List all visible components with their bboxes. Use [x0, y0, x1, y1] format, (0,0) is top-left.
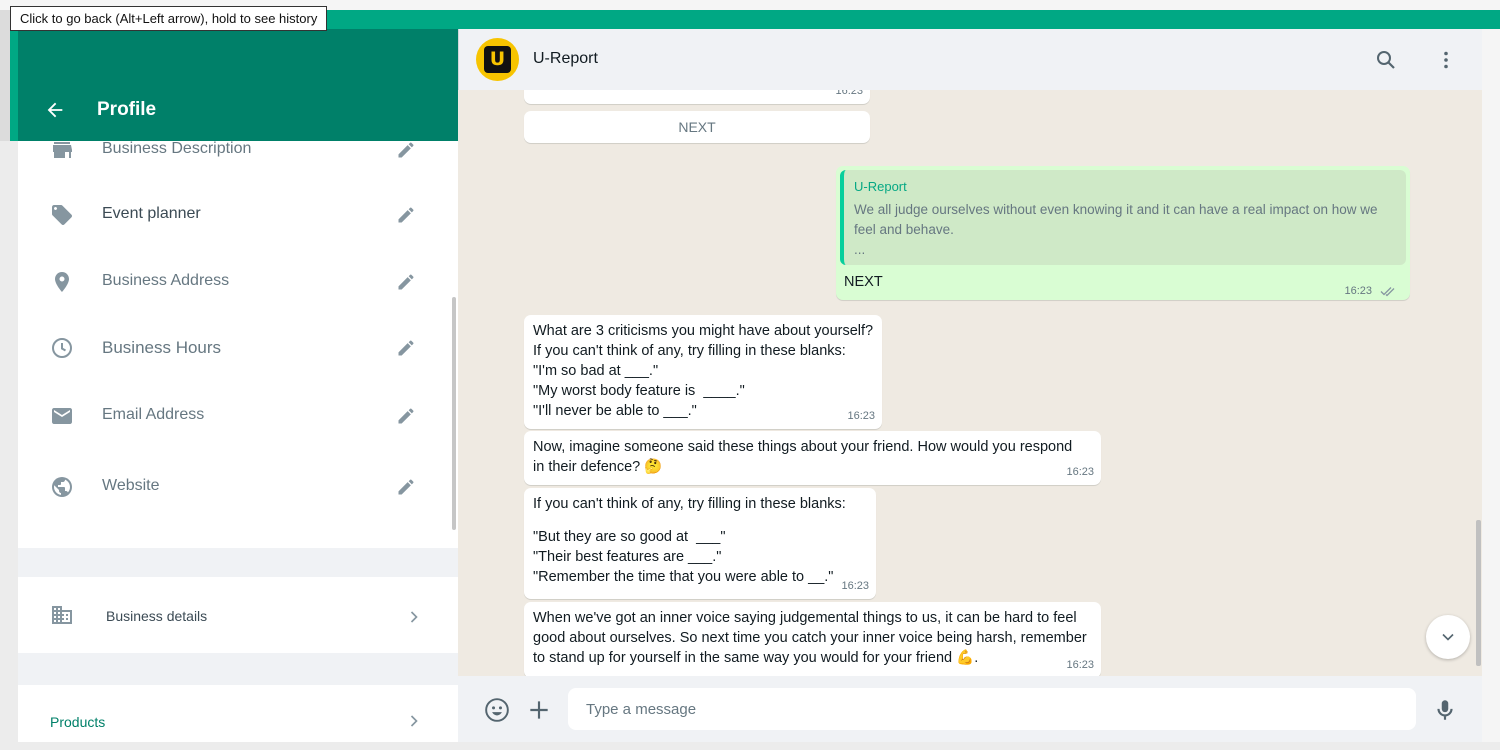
message-line: If you can't think of any, try filling i… — [533, 496, 846, 512]
message-time: 16:23 — [1344, 285, 1372, 297]
message-time: 16:23 — [1066, 659, 1094, 671]
store-icon — [53, 142, 72, 158]
search-icon[interactable] — [1374, 48, 1398, 72]
clock-icon — [52, 338, 72, 358]
tag-icon — [52, 205, 72, 225]
edit-pencil-icon[interactable] — [396, 477, 416, 497]
message-line-blank — [533, 514, 867, 527]
message-input[interactable] — [568, 688, 1416, 730]
message-line: good about ourselves. So next time you c… — [533, 630, 1087, 646]
edit-pencil-icon[interactable] — [396, 272, 416, 292]
message-line: What are 3 criticisms you might have abo… — [533, 323, 874, 339]
location-pin-icon — [55, 272, 69, 292]
field-category[interactable]: Event planner — [18, 195, 458, 235]
profile-scrollbar[interactable] — [452, 297, 456, 530]
chat-header[interactable]: U U-Report — [458, 29, 1482, 90]
double-check-icon — [1380, 287, 1395, 297]
email-icon — [52, 408, 72, 424]
field-label: Event planner — [102, 205, 201, 222]
field-label: Business Hours — [102, 338, 222, 357]
message-time: 16:23 — [1066, 466, 1094, 478]
right-gutter — [1482, 29, 1500, 742]
quote-text: We all judge ourselves without even know… — [854, 200, 1394, 260]
avatar[interactable]: U — [476, 38, 519, 81]
quote-ellipsis: ... — [854, 242, 866, 257]
field-business-address[interactable]: Business Address — [18, 262, 458, 302]
compose-bar — [458, 676, 1482, 742]
message-bubble-incoming: What are 3 criticisms you might have abo… — [524, 315, 882, 429]
business-details-row[interactable]: Business details — [18, 577, 458, 653]
chevron-right-icon — [410, 715, 418, 727]
quoted-message[interactable]: U-Report We all judge ourselves without … — [840, 170, 1406, 265]
message-line: "Their best features are ___." — [533, 549, 722, 565]
message-line: Now, imagine someone said these things a… — [533, 439, 1073, 455]
chat-scrollbar[interactable] — [1476, 520, 1481, 666]
profile-panel: Profile Business Description Event plann… — [18, 29, 458, 742]
quote-text-body: We all judge ourselves without even know… — [854, 202, 1378, 237]
message-line: in their defence? 🤔 — [533, 459, 663, 475]
message-line: "I'm so bad at ___." — [533, 363, 659, 379]
emoji-icon[interactable] — [484, 697, 510, 723]
message-text: NEXT — [844, 274, 883, 290]
message-bubble-outgoing: U-Report We all judge ourselves without … — [836, 166, 1410, 300]
message-bubble-incoming: If you can't think of any, try filling i… — [524, 488, 876, 599]
profile-title: Profile — [97, 99, 157, 120]
field-label: Business Description — [102, 140, 252, 157]
message-time: 16:23 — [835, 90, 863, 97]
field-business-hours[interactable]: Business Hours — [18, 328, 458, 368]
avatar-logo: U — [484, 46, 511, 73]
field-business-description[interactable]: Business Description — [18, 130, 458, 170]
message-line: If you can't think of any, try filling i… — [533, 343, 846, 359]
back-arrow-icon[interactable] — [44, 99, 66, 121]
building-icon — [52, 606, 72, 624]
message-bubble-incoming: 16:23 — [524, 90, 870, 104]
field-label: Email Address — [102, 406, 205, 423]
bottom-gutter — [0, 742, 1500, 750]
products-label: Products — [50, 714, 106, 730]
edit-pencil-icon[interactable] — [396, 338, 416, 358]
menu-dots-icon[interactable] — [1434, 48, 1458, 72]
message-line: "But they are so good at ___" — [533, 529, 726, 545]
chevron-right-icon — [410, 611, 418, 623]
profile-header: Profile — [18, 29, 458, 141]
scroll-to-bottom-button[interactable] — [1426, 615, 1470, 659]
quote-author: U-Report — [854, 179, 907, 194]
edit-pencil-icon[interactable] — [396, 140, 416, 160]
products-row[interactable]: Products — [18, 685, 458, 742]
edit-pencil-icon[interactable] — [396, 406, 416, 426]
next-quick-reply-button[interactable]: NEXT — [524, 111, 870, 143]
field-label: Website — [102, 477, 160, 494]
message-line: "My worst body feature is ____." — [533, 383, 745, 399]
message-time: 16:23 — [841, 580, 869, 592]
left-gutter — [0, 141, 18, 750]
message-bubble-incoming: Now, imagine someone said these things a… — [524, 431, 1101, 485]
message-time: 16:23 — [847, 410, 875, 422]
field-email-address[interactable]: Email Address — [18, 396, 458, 436]
chat-panel: U U-Report 16:23 NEXT U-Report We all ju… — [458, 29, 1482, 742]
message-line: "I'll never be able to ___." — [533, 403, 697, 419]
business-details-label: Business details — [106, 608, 208, 624]
contact-name[interactable]: U-Report — [533, 50, 598, 68]
message-line: "Remember the time that you were able to… — [533, 569, 834, 585]
message-line: When we've got an inner voice saying jud… — [533, 610, 1077, 626]
message-list[interactable]: 16:23 NEXT U-Report We all judge ourselv… — [458, 90, 1482, 676]
attach-plus-icon[interactable] — [526, 697, 552, 723]
profile-fields: Business Description Event planner Busin… — [18, 140, 458, 548]
message-line: to stand up for yourself in the same way… — [533, 650, 979, 666]
microphone-icon[interactable] — [1432, 697, 1458, 723]
edit-pencil-icon[interactable] — [396, 205, 416, 225]
message-bubble-incoming: When we've got an inner voice saying jud… — [524, 602, 1101, 676]
chevron-down-icon — [1442, 633, 1454, 641]
field-label: Business Address — [102, 272, 230, 289]
field-website[interactable]: Website — [18, 467, 458, 507]
globe-icon — [52, 477, 72, 497]
back-button-tooltip: Click to go back (Alt+Left arrow), hold … — [10, 6, 328, 31]
